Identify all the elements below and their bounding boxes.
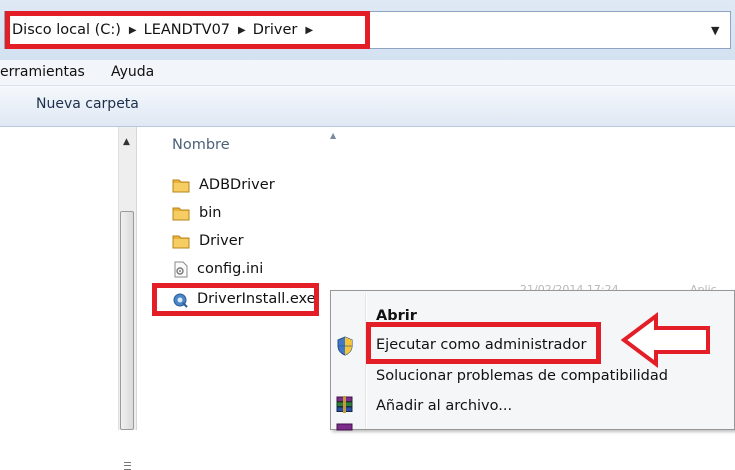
scroll-up-icon[interactable]: ▲ xyxy=(123,137,130,147)
command-toolbar: Nueva carpeta xyxy=(0,86,735,127)
nav-pane-scrollbar[interactable]: ▲ xyxy=(118,127,137,470)
menu-herramientas[interactable]: erramientas xyxy=(0,64,85,80)
context-menu-gutter xyxy=(365,293,367,429)
grip-icon xyxy=(124,462,131,470)
breadcrumb-separator-icon[interactable]: ▶ xyxy=(305,25,313,36)
breadcrumb-driver[interactable]: Driver xyxy=(253,22,298,38)
red-arrow-icon xyxy=(620,312,710,368)
breadcrumb-disk[interactable]: Disco local (C:) xyxy=(12,22,121,38)
file-name: DriverInstall.exe xyxy=(197,291,316,307)
column-header-name[interactable]: Nombre xyxy=(172,137,230,153)
ini-file-icon xyxy=(174,261,188,277)
new-folder-button[interactable]: Nueva carpeta xyxy=(36,96,139,112)
menu-item-troubleshoot-compat[interactable]: Solucionar problemas de compatibilidad xyxy=(376,368,668,384)
breadcrumb-separator-icon[interactable]: ▶ xyxy=(129,25,137,36)
file-name: bin xyxy=(199,205,222,221)
menu-item-run-as-admin[interactable]: Ejecutar como administrador xyxy=(376,337,586,353)
folder-icon xyxy=(172,179,190,193)
file-name: config.ini xyxy=(197,261,264,277)
exe-file-icon xyxy=(173,293,188,308)
menu-bar: erramientas Ayuda xyxy=(0,60,735,86)
winrar-icon xyxy=(336,396,353,413)
breadcrumb-leandtv07[interactable]: LEANDTV07 xyxy=(144,22,230,38)
breadcrumb: Disco local (C:) ▶ LEANDTV07 ▶ Driver ▶ xyxy=(12,19,320,41)
folder-icon xyxy=(172,207,190,221)
list-item[interactable]: bin xyxy=(172,202,221,224)
uac-shield-icon xyxy=(337,336,353,356)
folder-icon xyxy=(172,235,190,249)
list-item-selected[interactable]: DriverInstall.exe xyxy=(172,288,316,310)
menu-item-open[interactable]: Abrir xyxy=(376,308,417,324)
sort-ascending-icon: ▲ xyxy=(330,131,337,140)
list-item[interactable]: Driver xyxy=(172,230,244,252)
file-name: ADBDriver xyxy=(199,177,275,193)
file-name: Driver xyxy=(199,233,244,249)
menu-item-add-to-archive[interactable]: Añadir al archivo... xyxy=(376,398,512,414)
scrollbar-thumb[interactable] xyxy=(120,211,134,470)
list-item[interactable]: config.ini xyxy=(172,258,263,280)
address-dropdown-icon[interactable]: ▼ xyxy=(711,24,719,37)
list-item[interactable]: ADBDriver xyxy=(172,174,275,196)
menu-ayuda[interactable]: Ayuda xyxy=(111,64,154,80)
breadcrumb-separator-icon[interactable]: ▶ xyxy=(238,25,246,36)
